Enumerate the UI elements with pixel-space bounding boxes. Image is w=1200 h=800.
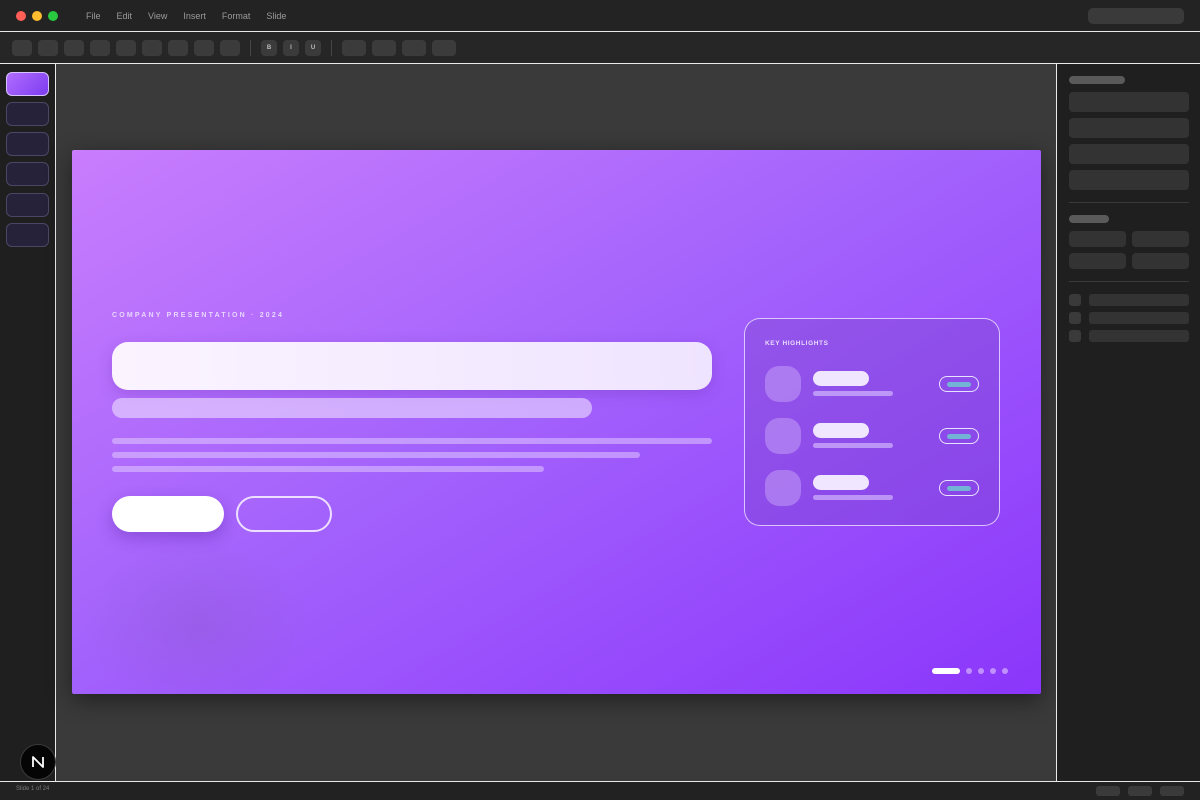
- highlight-badge: [939, 376, 979, 392]
- menu-insert[interactable]: Insert: [183, 11, 206, 21]
- menu-file[interactable]: File: [86, 11, 101, 21]
- status-bar: Slide 1 of 24: [0, 781, 1200, 800]
- status-button[interactable]: [1096, 786, 1120, 796]
- toolbar-button[interactable]: [372, 40, 396, 56]
- highlight-icon: [765, 470, 801, 506]
- inspector-checkbox[interactable]: [1069, 330, 1081, 342]
- pagination-dot[interactable]: [978, 668, 984, 674]
- primary-cta-button[interactable]: [112, 496, 224, 532]
- slide-title-placeholder[interactable]: [112, 342, 712, 390]
- highlight-row: [765, 418, 981, 454]
- inspector-divider: [1069, 202, 1189, 203]
- menu-edit[interactable]: Edit: [117, 11, 133, 21]
- toolbar-button[interactable]: [402, 40, 426, 56]
- inspector-field[interactable]: [1069, 92, 1189, 112]
- slide-eyebrow: COMPANY PRESENTATION · 2024: [112, 312, 285, 319]
- toolbar: B I U: [0, 32, 1200, 64]
- toolbar-divider: [250, 40, 251, 56]
- highlight-row: [765, 470, 981, 506]
- slide-counter: Slide 1 of 24: [16, 786, 50, 792]
- slide-thumbnail-3[interactable]: [6, 132, 49, 156]
- body-text-line: [112, 452, 640, 458]
- menu-slide[interactable]: Slide: [266, 11, 286, 21]
- highlight-badge: [939, 428, 979, 444]
- inspector-field[interactable]: [1069, 118, 1189, 138]
- highlight-icon: [765, 366, 801, 402]
- inspector-field[interactable]: [1069, 170, 1189, 190]
- slide-thumbnail-6[interactable]: [6, 223, 49, 247]
- highlight-title: [813, 423, 869, 438]
- toolbar-button[interactable]: [90, 40, 110, 56]
- underline-button[interactable]: U: [305, 40, 321, 56]
- slide-thumbnail-5[interactable]: [6, 193, 49, 217]
- slide-thumbnail-2[interactable]: [6, 102, 49, 126]
- inspector-option[interactable]: [1089, 312, 1189, 324]
- status-button[interactable]: [1128, 786, 1152, 796]
- inspector-option[interactable]: [1089, 330, 1189, 342]
- inspector-field[interactable]: [1132, 231, 1189, 247]
- highlight-subtitle: [813, 391, 893, 396]
- inspector-checkbox[interactable]: [1069, 312, 1081, 324]
- italic-button[interactable]: I: [283, 40, 299, 56]
- slide-thumbnail-1[interactable]: [6, 72, 49, 96]
- inspector-checkbox[interactable]: [1069, 294, 1081, 306]
- pagination-dot[interactable]: [1002, 668, 1008, 674]
- pagination-dot[interactable]: [990, 668, 996, 674]
- highlight-title: [813, 371, 869, 386]
- maximize-window-button[interactable]: [48, 11, 58, 21]
- title-bar: File Edit View Insert Format Slide: [0, 0, 1200, 32]
- inspector-field[interactable]: [1132, 253, 1189, 269]
- toolbar-divider: [331, 40, 332, 56]
- highlights-card-label: KEY HIGHLIGHTS: [765, 340, 829, 347]
- toolbar-button[interactable]: [432, 40, 456, 56]
- status-button[interactable]: [1160, 786, 1184, 796]
- highlight-badge: [939, 480, 979, 496]
- inspector-heading: [1069, 215, 1109, 223]
- toolbar-button[interactable]: [64, 40, 84, 56]
- highlight-title: [813, 475, 869, 490]
- body-text-line: [112, 438, 712, 444]
- slide-preview[interactable]: COMPANY PRESENTATION · 2024 KEY HIGHLIGH…: [72, 150, 1041, 694]
- menu-view[interactable]: View: [148, 11, 167, 21]
- toolbar-button[interactable]: [116, 40, 136, 56]
- slide-subtitle-placeholder[interactable]: [112, 398, 592, 418]
- close-window-button[interactable]: [16, 11, 26, 21]
- menu-format[interactable]: Format: [222, 11, 251, 21]
- editor-canvas: COMPANY PRESENTATION · 2024 KEY HIGHLIGH…: [56, 64, 1056, 781]
- slide-pagination: [932, 668, 1008, 674]
- inspector-heading: [1069, 76, 1125, 84]
- toolbar-button[interactable]: [12, 40, 32, 56]
- slides-panel: [0, 64, 56, 781]
- menu-bar: File Edit View Insert Format Slide: [86, 11, 286, 21]
- pagination-dot[interactable]: [966, 668, 972, 674]
- secondary-cta-button[interactable]: [236, 496, 332, 532]
- inspector-divider: [1069, 281, 1189, 282]
- toolbar-button[interactable]: [220, 40, 240, 56]
- inspector-field[interactable]: [1069, 253, 1126, 269]
- highlight-icon: [765, 418, 801, 454]
- highlights-card[interactable]: KEY HIGHLIGHTS: [744, 318, 1000, 526]
- pagination-dot-active[interactable]: [932, 668, 960, 674]
- toolbar-button[interactable]: [142, 40, 162, 56]
- minimize-window-button[interactable]: [32, 11, 42, 21]
- bold-button[interactable]: B: [261, 40, 277, 56]
- inspector-panel: [1056, 64, 1200, 781]
- inspector-field[interactable]: [1069, 231, 1126, 247]
- toolbar-button[interactable]: [342, 40, 366, 56]
- toolbar-button[interactable]: [38, 40, 58, 56]
- highlight-subtitle: [813, 443, 893, 448]
- toolbar-button[interactable]: [168, 40, 188, 56]
- highlight-subtitle: [813, 495, 893, 500]
- body-text-line: [112, 466, 544, 472]
- highlight-row: [765, 366, 981, 402]
- inspector-field[interactable]: [1069, 144, 1189, 164]
- toolbar-button[interactable]: [194, 40, 214, 56]
- inspector-option[interactable]: [1089, 294, 1189, 306]
- n-logo-icon[interactable]: [20, 744, 56, 780]
- slide-thumbnail-4[interactable]: [6, 162, 49, 186]
- search-input[interactable]: [1088, 8, 1184, 24]
